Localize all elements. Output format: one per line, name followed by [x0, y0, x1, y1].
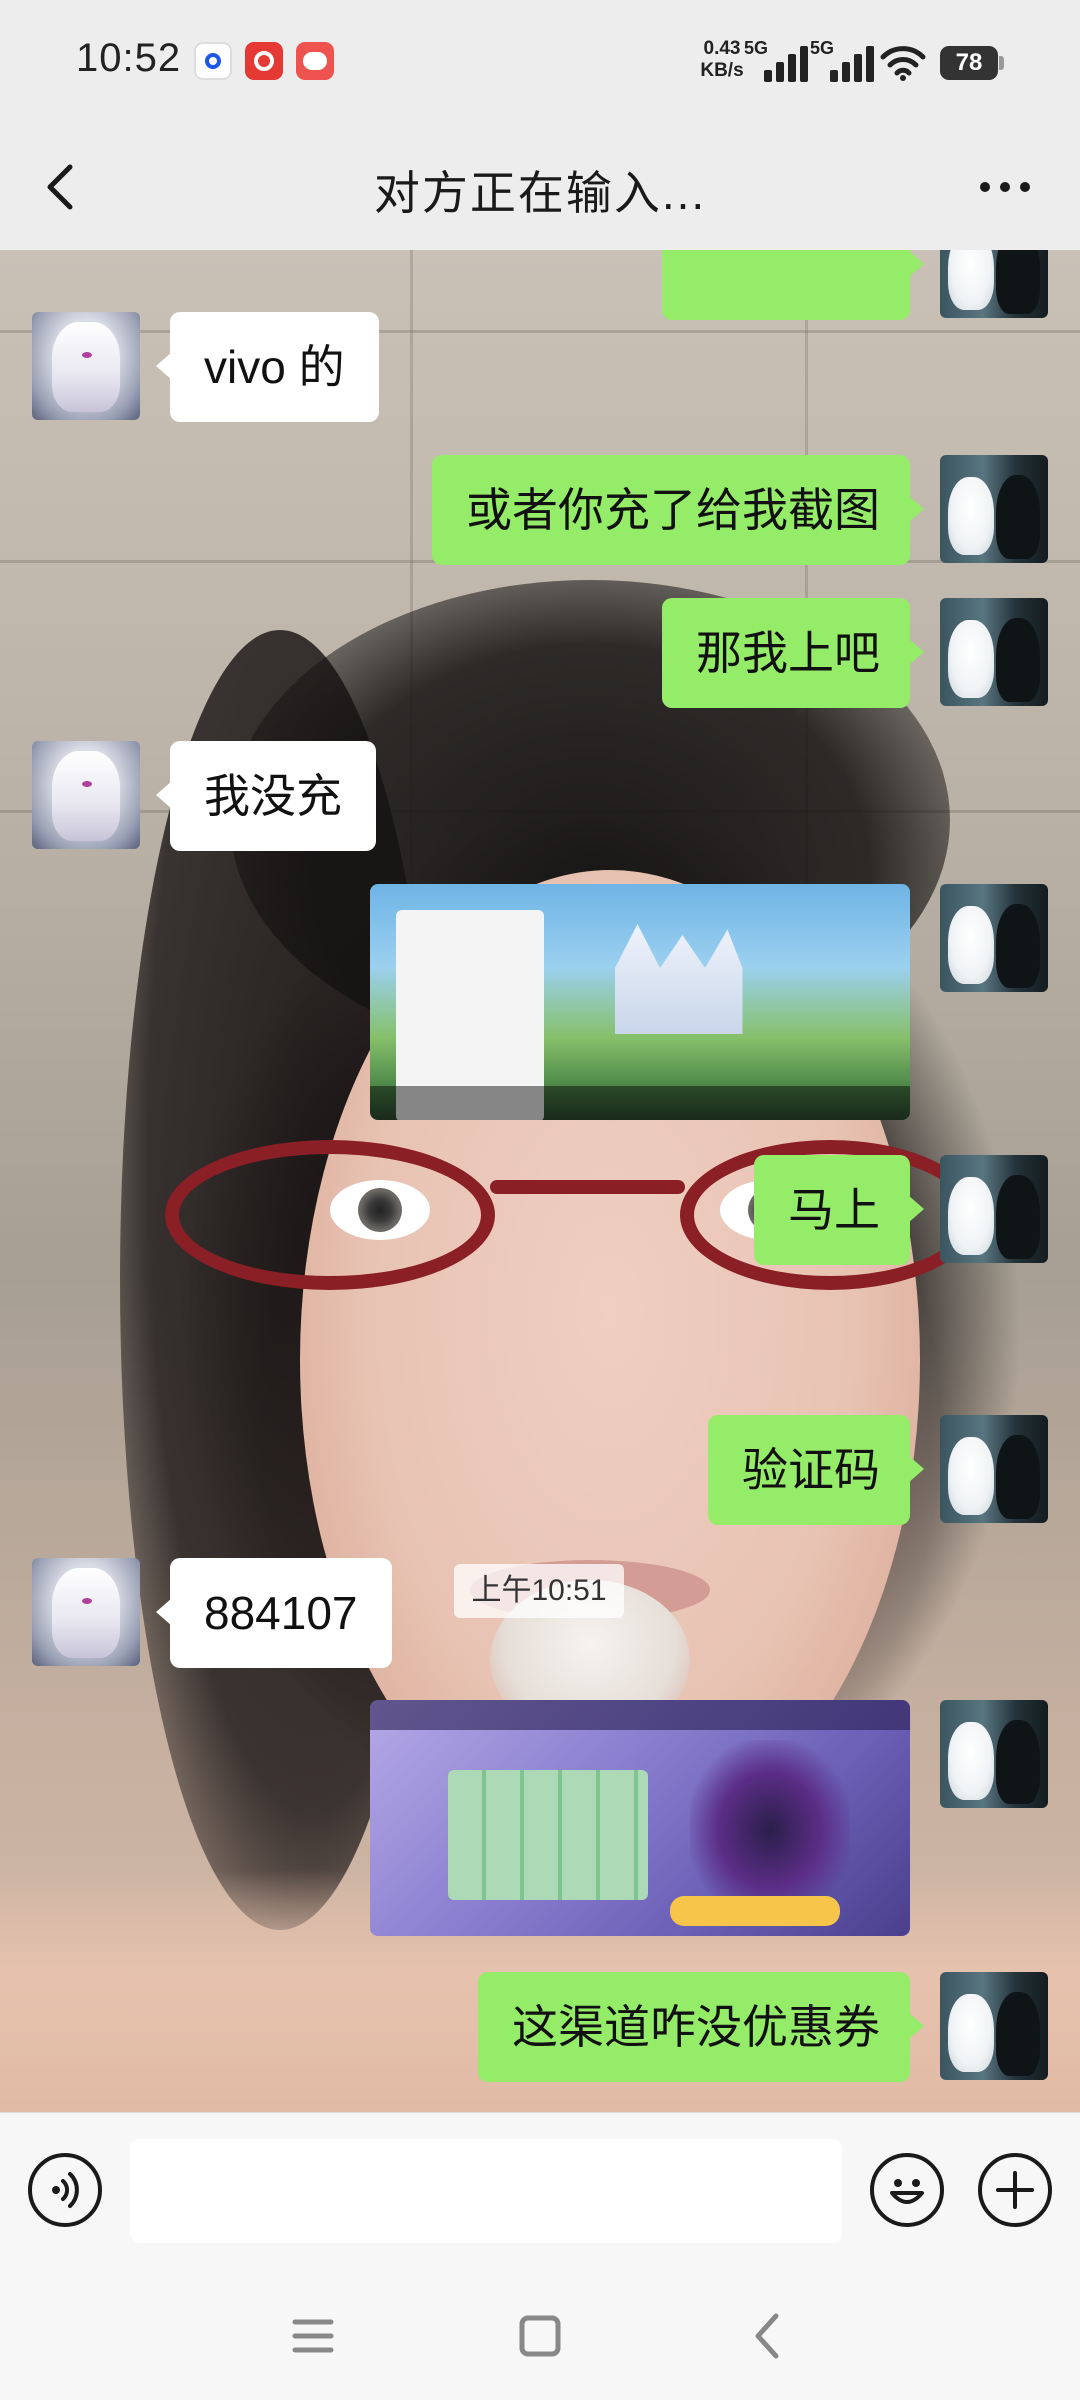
chat-message-list[interactable]: vivo 的 或者你充了给我截图 那我上吧 我没充 马上 上午10:51 验证码… [0, 250, 1080, 2112]
message-input[interactable] [130, 2139, 842, 2243]
recent-apps-button[interactable] [283, 2306, 343, 2366]
message-image-game-lineup[interactable] [370, 1700, 910, 1936]
emoji-button[interactable] [870, 2153, 944, 2227]
message-bubble-self[interactable]: 这渠道咋没优惠券 [478, 1972, 924, 2082]
message-text: 我没充 [204, 770, 342, 822]
signal-sim1-icon: 5G [744, 38, 814, 82]
chat-title: 对方正在输入... [373, 167, 707, 219]
status-time: 10:52 [76, 36, 182, 80]
avatar-self[interactable] [940, 884, 1048, 992]
network-speed-unit: KB/s [700, 60, 744, 81]
message-text: 884107 [204, 1587, 358, 1639]
sim2-network-label: 5G [810, 38, 835, 58]
network-speed: 0.43 KB/s [692, 38, 752, 82]
avatar-peer[interactable] [32, 741, 140, 849]
wallpaper-detail [165, 1140, 495, 1290]
message-text: vivo 的 [204, 341, 345, 393]
netease-music-icon [245, 42, 283, 80]
avatar-self[interactable] [940, 598, 1048, 706]
message-bubble-self[interactable]: 那我上吧 [662, 598, 924, 708]
image-detail [448, 1770, 648, 1900]
time-divider: 上午10:51 [454, 1564, 624, 1618]
avatar-peer[interactable] [32, 312, 140, 420]
avatar-self[interactable] [940, 1415, 1048, 1523]
message-bubble-peer[interactable]: vivo 的 [156, 312, 379, 422]
back-button[interactable] [30, 155, 94, 219]
message-text: 这渠道咋没优惠券 [512, 2001, 880, 2053]
image-detail [615, 924, 743, 1034]
avatar-self[interactable] [940, 1972, 1048, 2080]
browser-icon [194, 42, 232, 80]
message-bubble-self[interactable]: 或者你充了给我截图 [432, 455, 924, 565]
avatar-self[interactable] [940, 1700, 1048, 1808]
image-detail [670, 1896, 840, 1926]
battery-tip [999, 56, 1004, 70]
image-detail [690, 1740, 850, 1920]
message-bubble-self[interactable]: 马上 [754, 1155, 924, 1265]
game-app-icon [296, 42, 334, 80]
wifi-icon [880, 46, 926, 81]
status-bar: 10:52 0.43 KB/s 5G 5G 78 [0, 0, 1080, 125]
voice-button[interactable] [28, 2153, 102, 2227]
battery-icon: 78 [940, 46, 998, 80]
image-detail [370, 1700, 910, 1730]
battery-level: 78 [955, 49, 983, 76]
plus-icon [996, 2171, 1034, 2209]
message-input-bar [0, 2112, 1080, 2271]
signal-sim2-icon: 5G [810, 38, 880, 82]
system-back-button[interactable] [738, 2306, 798, 2366]
message-image-castle-game[interactable] [370, 884, 910, 1120]
message-text: 那我上吧 [696, 627, 880, 679]
sim1-network-label: 5G [744, 38, 769, 58]
message-bubble-self[interactable] [662, 250, 924, 320]
more-options-button[interactable] [970, 155, 1040, 219]
chat-header: 对方正在输入... [0, 125, 1080, 250]
avatar-peer[interactable] [32, 1558, 140, 1666]
avatar-self[interactable] [940, 250, 1048, 318]
image-detail [370, 1086, 910, 1120]
message-text: 或者你充了给我截图 [466, 484, 880, 536]
wallpaper-detail [0, 330, 1080, 333]
message-text: 马上 [788, 1184, 880, 1236]
network-speed-value: 0.43 [703, 38, 741, 59]
more-functions-button[interactable] [978, 2153, 1052, 2227]
system-navigation-bar [0, 2270, 1080, 2400]
home-button[interactable] [510, 2306, 570, 2366]
message-text: 验证码 [742, 1444, 880, 1496]
avatar-self[interactable] [940, 455, 1048, 563]
wallpaper-detail [490, 1180, 685, 1194]
message-bubble-peer[interactable]: 我没充 [156, 741, 376, 851]
message-bubble-peer[interactable]: 884107 [156, 1558, 392, 1668]
emoji-icon [890, 2179, 924, 2204]
avatar-self[interactable] [940, 1155, 1048, 1263]
voice-icon [52, 2172, 79, 2208]
message-bubble-self[interactable]: 验证码 [708, 1415, 924, 1525]
